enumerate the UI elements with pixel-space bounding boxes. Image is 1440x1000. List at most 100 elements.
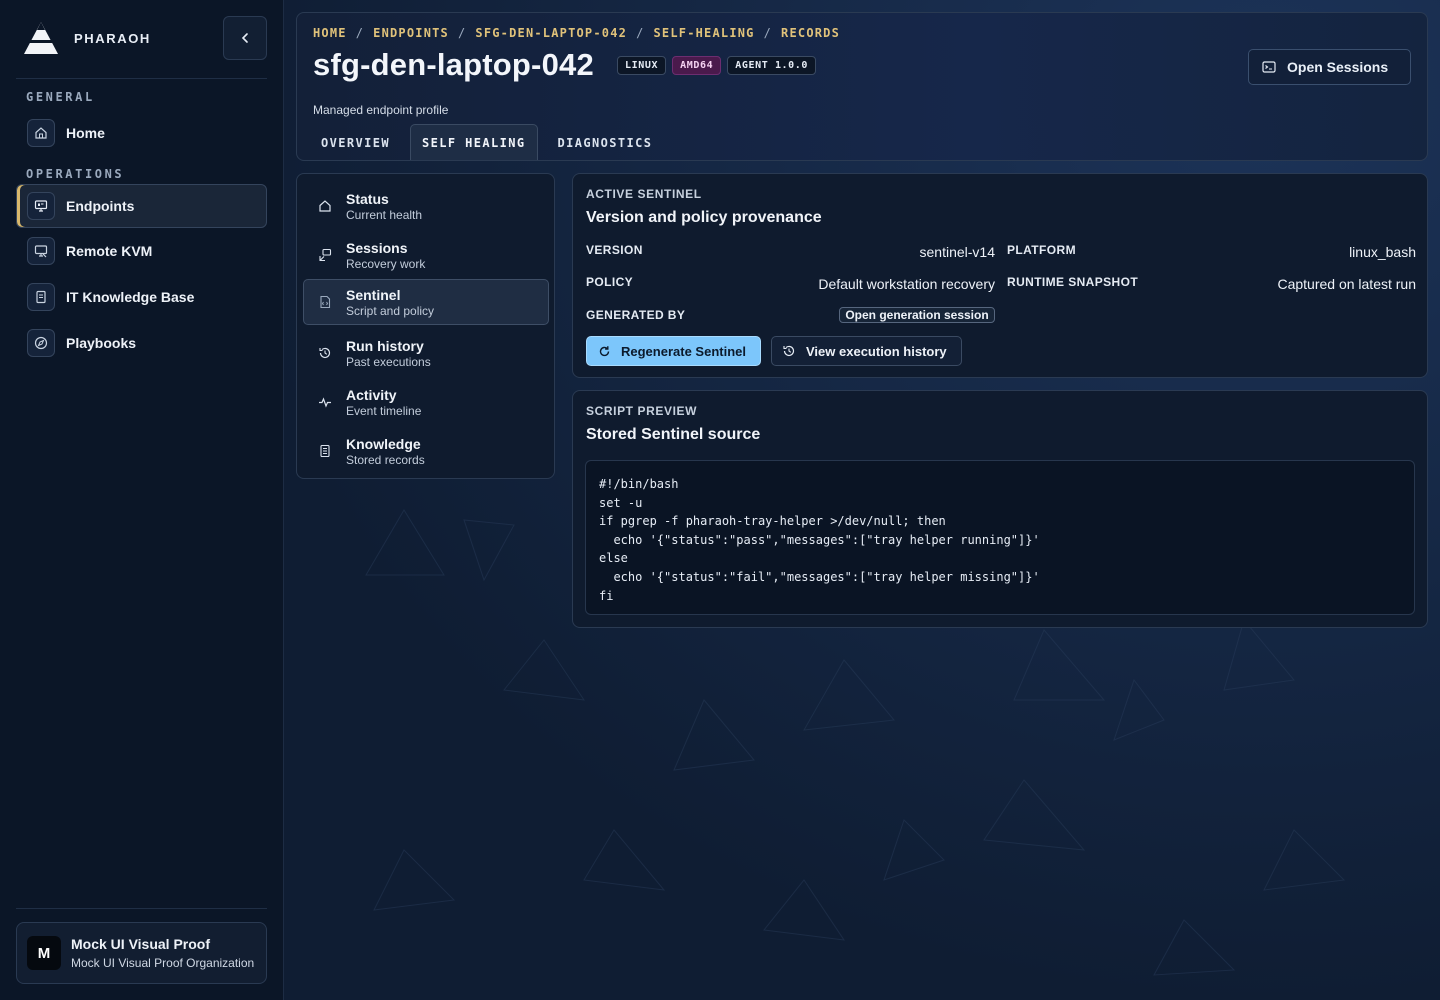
runtime-snapshot-label: RUNTIME SNAPSHOT [1007,275,1139,289]
sidebar-item-label: Home [66,125,105,141]
subnav-item-status[interactable]: Status Current health [303,183,549,229]
subnav-desc: Event timeline [346,403,422,418]
document-icon [317,443,333,459]
subnav-desc: Stored records [346,452,425,467]
sidebar-item-home[interactable]: Home [16,111,267,155]
active-sentinel-panel: ACTIVE SENTINEL Version and policy prove… [572,173,1428,378]
code-line: else [599,551,628,566]
breadcrumb-records: RECORDS [781,26,841,40]
agent-version-badge: AGENT 1.0.0 [727,56,817,75]
history-icon [783,345,795,357]
platform-label: PLATFORM [1007,243,1076,257]
runtime-snapshot-value: Captured on latest run [1277,276,1416,292]
session-icon [317,247,333,263]
code-line: echo '{"status":"pass","messages":["tray… [599,532,1040,547]
view-execution-history-label: View execution history [806,343,947,359]
code-line: echo '{"status":"fail","messages":["tray… [599,569,1040,584]
subnav-desc: Script and policy [346,303,435,318]
breadcrumb-endpoints[interactable]: ENDPOINTS [373,26,449,40]
open-generation-session-link[interactable]: Open generation session [839,307,995,323]
section-label-operations: OPERATIONS [26,167,125,181]
page-title: sfg-den-laptop-042 [313,47,594,82]
subnav-item-sentinel[interactable]: Sentinel Script and policy [303,279,549,325]
regenerate-sentinel-button[interactable]: Regenerate Sentinel [586,336,761,366]
subnav-title: Status [346,190,389,207]
panel-title: Stored Sentinel source [586,426,761,443]
pyramid-logo-icon [24,22,58,54]
compass-icon [27,329,55,357]
subnav-title: Run history [346,337,424,354]
arch-badge: AMD64 [672,56,722,75]
generated-by-label: GENERATED BY [586,308,686,322]
tab-diagnostics[interactable]: DIAGNOSTICS [546,124,665,160]
self-healing-subnav: Status Current health Sessions Recovery wo… [296,173,555,479]
subnav-desc: Current health [346,207,423,222]
view-execution-history-button[interactable]: View execution history [771,336,962,366]
subnav-item-sessions[interactable]: Sessions Recovery work [303,232,549,278]
open-sessions-label: Open Sessions [1287,59,1389,75]
home-icon [27,119,55,147]
breadcrumb-self-healing[interactable]: SELF-HEALING [654,26,755,40]
org-subtitle: Mock UI Visual Proof Organization [71,956,255,970]
endpoint-header: HOME / ENDPOINTS / SFG-DEN-LAPTOP-042 / … [296,12,1428,161]
platform-value: linux_bash [1349,244,1416,260]
policy-label: POLICY [586,275,634,289]
open-sessions-button[interactable]: Open Sessions [1248,49,1411,85]
policy-value: Default workstation recovery [818,276,995,292]
subnav-title: Sessions [346,239,408,256]
sidebar-item-playbooks[interactable]: Playbooks [16,321,267,365]
subnav-title: Sentinel [346,286,401,303]
subnav-item-run-history[interactable]: Run history Past executions [303,330,549,376]
refresh-icon [599,345,610,356]
code-line: #!/bin/bash [599,477,679,491]
sidebar-item-endpoints[interactable]: Endpoints [16,184,267,228]
chevron-left-icon [241,33,248,43]
code-line: fi [599,588,614,603]
main-content: HOME / ENDPOINTS / SFG-DEN-LAPTOP-042 / … [284,0,1440,1000]
sidebar-item-label: Endpoints [66,198,135,214]
sidebar-item-knowledge-base[interactable]: IT Knowledge Base [16,275,267,319]
brand-name: PHARAOH [74,30,151,46]
sidebar-divider [16,78,267,79]
script-source-code[interactable]: #!/bin/bash set -u if pgrep -f pharaoh-t… [585,460,1415,615]
book-icon [27,283,55,311]
breadcrumb-endpoint[interactable]: SFG-DEN-LAPTOP-042 [475,26,627,40]
subnav-desc: Past executions [346,354,431,369]
org-switcher[interactable]: M Mock UI Visual Proof Mock UI Visual Pr… [16,922,267,984]
os-badge: LINUX [617,56,667,75]
breadcrumb-home[interactable]: HOME [313,26,347,40]
terminal-icon [1262,61,1276,73]
endpoint-badges: LINUX AMD64 AGENT 1.0.0 [617,56,817,75]
tab-bar: OVERVIEW SELF HEALING DIAGNOSTICS [309,124,672,160]
subnav-title: Activity [346,386,397,403]
sidebar-item-label: Remote KVM [66,243,153,259]
panel-title: Version and policy provenance [586,209,822,226]
panel-kicker: SCRIPT PREVIEW [586,404,698,418]
tab-overview[interactable]: OVERVIEW [309,124,402,160]
home-icon [317,198,333,214]
sidebar-item-label: IT Knowledge Base [66,289,195,305]
pulse-icon [317,394,333,410]
page-subtitle: Managed endpoint profile [313,103,449,117]
org-avatar: M [27,936,61,970]
panel-kicker: ACTIVE SENTINEL [586,187,702,201]
monitor-icon [27,192,55,220]
brand[interactable]: PHARAOH [22,20,151,56]
subnav-item-knowledge[interactable]: Knowledge Stored records [303,428,549,474]
section-label-general: GENERAL [26,90,95,104]
version-label: VERSION [586,243,643,257]
version-value: sentinel-v14 [919,244,996,260]
subnav-item-activity[interactable]: Activity Event timeline [303,379,549,425]
breadcrumb: HOME / ENDPOINTS / SFG-DEN-LAPTOP-042 / … [313,26,841,40]
sidebar-item-label: Playbooks [66,335,137,351]
sidebar-item-remote-kvm[interactable]: Remote KVM [16,229,267,273]
file-script-icon [317,294,333,310]
remote-screen-icon [27,237,55,265]
tab-self-healing[interactable]: SELF HEALING [410,124,538,160]
script-preview-panel: SCRIPT PREVIEW Stored Sentinel source #!… [572,390,1428,628]
sidebar-divider [16,908,267,909]
collapse-sidebar-button[interactable] [223,16,267,60]
code-line: set -u [599,495,643,510]
subnav-desc: Recovery work [346,256,426,271]
org-name: Mock UI Visual Proof [71,936,210,952]
